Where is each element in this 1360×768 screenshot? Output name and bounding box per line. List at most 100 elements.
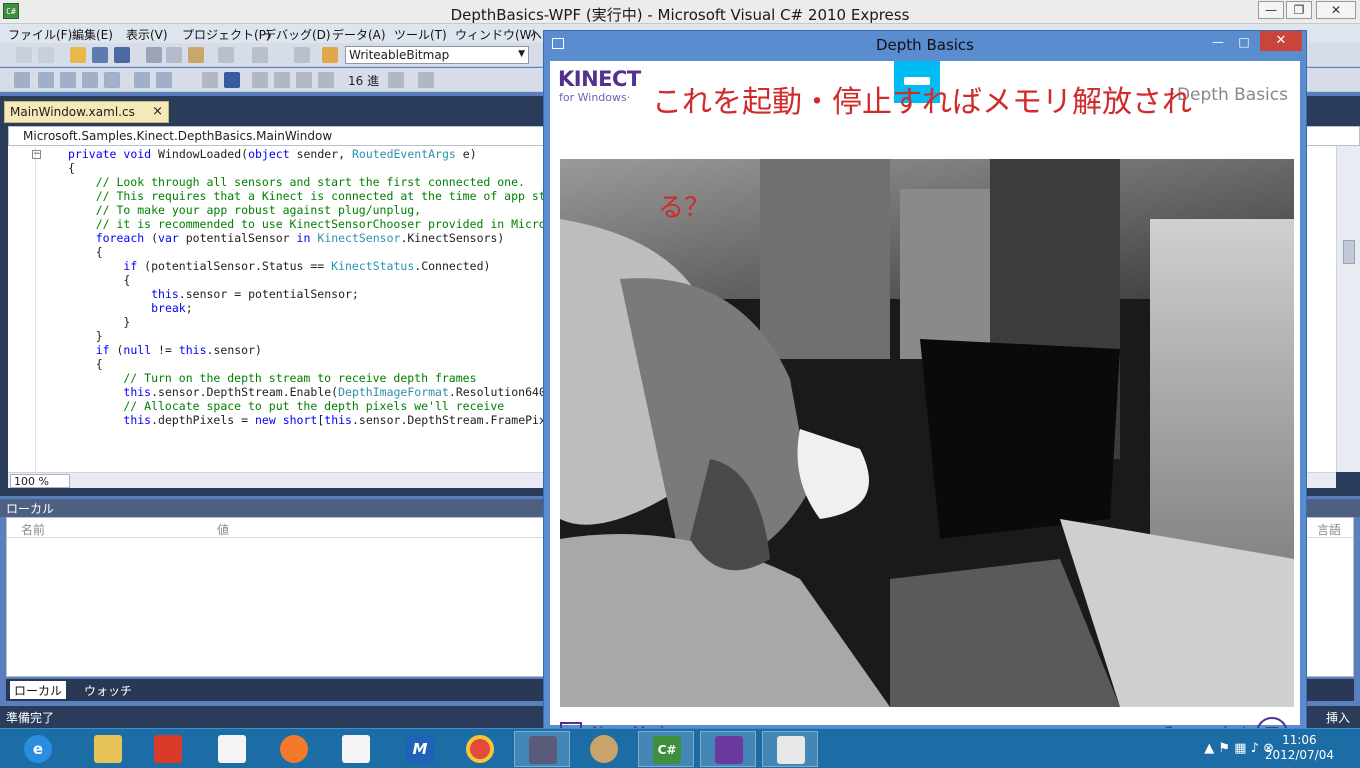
breakpoint-icon[interactable]: [38, 72, 54, 88]
column-language[interactable]: 言語: [1317, 521, 1341, 538]
menu-help[interactable]: ヘ: [530, 26, 542, 43]
start-icon[interactable]: [294, 47, 310, 63]
editor-vertical-scrollbar[interactable]: [1336, 146, 1360, 472]
taskbar-writer[interactable]: [328, 731, 384, 767]
close-icon[interactable]: ×: [152, 104, 163, 119]
copy-icon[interactable]: [166, 47, 182, 63]
tab-locals-label: ローカル: [14, 684, 63, 698]
column-value[interactable]: 値: [217, 521, 229, 538]
chrome-icon: [466, 735, 494, 763]
tab-label: MainWindow.xaml.cs: [10, 105, 135, 119]
step-out-icon[interactable]: [296, 72, 312, 88]
list-icon[interactable]: [104, 72, 120, 88]
redo-icon[interactable]: [252, 47, 268, 63]
chevron-down-icon: ▼: [518, 49, 525, 59]
zoom-value: 100 %: [14, 475, 49, 488]
menu-view[interactable]: 表示(V): [126, 26, 168, 43]
annotation-text-line2: る？: [658, 193, 711, 223]
depth-image-render: [560, 159, 1294, 707]
scroll-thumb[interactable]: [1343, 240, 1355, 264]
taskbar-ie[interactable]: e: [10, 731, 66, 767]
step-icon[interactable]: [14, 72, 30, 88]
zoom-select[interactable]: 100 %: [10, 474, 70, 488]
hex-icon[interactable]: [388, 72, 404, 88]
menu-edit[interactable]: 編集(E): [72, 26, 113, 43]
taskbar-chrome[interactable]: [452, 731, 508, 767]
taskbar-app[interactable]: [762, 731, 818, 767]
tab-mainwindow-xaml-cs[interactable]: MainWindow.xaml.cs ×: [4, 101, 169, 123]
config-icon[interactable]: [322, 47, 338, 63]
taskbar-office[interactable]: [140, 731, 196, 767]
depth-close-button[interactable]: ✕: [1260, 31, 1302, 51]
step-over-icon[interactable]: [274, 72, 290, 88]
menu-window[interactable]: ウィンドウ(W): [455, 26, 536, 43]
indent-icon[interactable]: [134, 72, 150, 88]
depth-window-title-bar[interactable]: Depth Basics — □ ✕: [544, 31, 1306, 59]
frames-icon[interactable]: [318, 72, 334, 88]
stop-icon[interactable]: [224, 72, 240, 88]
depth-basics-window: Depth Basics — □ ✕ KINECT for Windows· D…: [543, 30, 1307, 749]
vs-icon: [715, 736, 743, 764]
status-insert: 挿入: [1325, 711, 1350, 725]
column-name[interactable]: 名前: [21, 521, 45, 538]
taskbar-picasa[interactable]: [204, 731, 260, 767]
window-icon[interactable]: [418, 72, 434, 88]
open-file-icon[interactable]: [70, 47, 86, 63]
clock-time: 11:06: [1282, 733, 1317, 747]
taskbar-blogger[interactable]: [266, 731, 322, 767]
speaker-icon[interactable]: ♪: [1251, 741, 1259, 756]
ie-icon: e: [24, 735, 52, 763]
taskbar-m[interactable]: M: [392, 731, 448, 767]
m-icon: M: [406, 735, 434, 763]
flag-icon[interactable]: ⚑: [1218, 741, 1230, 756]
vs-maximize-button[interactable]: ❐: [1286, 1, 1312, 19]
tab-locals[interactable]: ローカル: [10, 681, 67, 699]
paste-icon[interactable]: [188, 47, 204, 63]
config-value: WriteableBitmap: [349, 48, 450, 62]
system-clock[interactable]: 11:06 2012/07/04: [1265, 733, 1334, 763]
live-writer-icon: [342, 735, 370, 763]
annotation-text-line1: これを起動・停止すればメモリ解放され: [652, 85, 1192, 120]
cut-icon[interactable]: [146, 47, 162, 63]
collapse-icon[interactable]: −: [32, 150, 41, 159]
depth-image: [560, 159, 1294, 707]
menu-file[interactable]: ファイル(F): [8, 26, 72, 43]
new-project-icon[interactable]: [16, 47, 32, 63]
hex-toggle[interactable]: 16 進: [348, 72, 379, 89]
csharp-icon: C#: [653, 736, 681, 764]
format-icon[interactable]: [82, 72, 98, 88]
vs-minimize-button[interactable]: —: [1258, 1, 1284, 19]
network-icon[interactable]: ▦: [1234, 741, 1246, 756]
paint-icon: [590, 735, 618, 763]
tab-watch-label: ウォッチ: [84, 684, 133, 698]
menu-debug[interactable]: デバッグ(D): [264, 26, 331, 43]
tab-watch[interactable]: ウォッチ: [80, 681, 136, 699]
comment-icon[interactable]: [156, 72, 172, 88]
kinect-logo: KINECT: [558, 67, 641, 91]
save-icon[interactable]: [92, 47, 108, 63]
depth-window-content: KINECT for Windows· Depth Basics これを起動・停…: [550, 61, 1300, 749]
step-into-icon[interactable]: [252, 72, 268, 88]
vs-window-title: DepthBasics-WPF (実行中) - Microsoft Visual…: [450, 6, 910, 24]
taskbar-csharp[interactable]: C#: [638, 731, 694, 767]
add-item-icon[interactable]: [38, 47, 54, 63]
menu-project[interactable]: プロジェクト(P): [182, 26, 271, 43]
depth-maximize-button[interactable]: □: [1232, 33, 1256, 51]
undo-icon[interactable]: [218, 47, 234, 63]
taskbar-vs[interactable]: [700, 731, 756, 767]
save-all-icon[interactable]: [114, 47, 130, 63]
kinect-icon: [529, 736, 557, 764]
cursor-icon[interactable]: [60, 72, 76, 88]
menu-tools[interactable]: ツール(T): [394, 26, 447, 43]
taskbar-paint[interactable]: [576, 731, 632, 767]
menu-data[interactable]: データ(A): [332, 26, 386, 43]
tray-chevron-icon[interactable]: ▲: [1204, 741, 1214, 756]
config-dropdown[interactable]: WriteableBitmap ▼: [345, 46, 529, 64]
depth-minimize-button[interactable]: —: [1206, 33, 1230, 51]
vs-close-button[interactable]: ✕: [1316, 1, 1356, 19]
continue-icon[interactable]: [202, 72, 218, 88]
vs-title-bar: C# DepthBasics-WPF (実行中) - Microsoft Vis…: [0, 0, 1360, 24]
taskbar-kinect[interactable]: [514, 731, 570, 767]
kinect-logo-subtitle: for Windows·: [559, 91, 631, 104]
taskbar-explorer[interactable]: [80, 731, 136, 767]
